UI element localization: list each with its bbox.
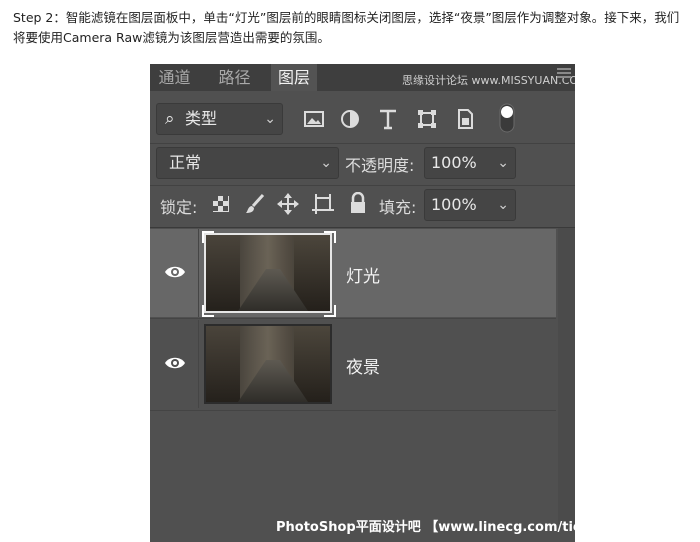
layer-row-night-scene[interactable]: 夜景 [150,320,556,408]
text-icon[interactable] [378,108,398,130]
tab-layers[interactable]: 图层 [271,64,317,91]
opacity-label: 不透明度: [345,156,415,175]
layers-panel: 通道 路径 图层 思缘设计论坛 www.MISSYUAN.COM ⌕ 类型 ⌄ … [150,64,575,542]
layer-row-lighting[interactable]: 灯光 [150,229,556,317]
fill-value: 100% [431,195,477,214]
lock-label: 锁定: [160,198,198,217]
watermark-top: 思缘设计论坛 www.MISSYUAN.COM [402,74,575,87]
transform-icon[interactable] [416,108,438,130]
chevron-down-icon: ⌄ [264,111,276,127]
article-paragraph: Step 2：智能滤镜在图层面板中，单击“灯光”图层前的眼睛图标关闭图层，选择“… [13,10,680,45]
lock-all-icon[interactable] [349,192,367,214]
eye-icon[interactable] [164,262,186,282]
tab-paths[interactable]: 路径 [210,64,259,91]
blend-mode-value: 正常 [169,153,202,172]
layer-name[interactable]: 灯光 [346,262,380,287]
image-icon[interactable] [303,109,325,129]
filter-type-dropdown[interactable]: ⌕ 类型 ⌄ [156,103,283,135]
smart-object-icon[interactable] [455,108,475,130]
filter-type-label: 类型 [185,109,218,128]
lock-paint-icon[interactable] [245,194,265,214]
bottom-watermark: PhotoShop平面设计吧 【www.linecg.com/tieba/178… [276,520,575,535]
layer-name[interactable]: 夜景 [346,353,380,378]
toggle-icon[interactable] [498,102,516,134]
opacity-dropdown[interactable]: 100% ⌄ [424,147,516,179]
fill-label: 填充: [379,198,417,217]
panel-menu-icon[interactable] [557,68,571,80]
panel-tab-bar: 通道 路径 图层 思缘设计论坛 www.MISSYUAN.COM [150,64,575,91]
eye-icon[interactable] [164,353,186,373]
chevron-down-icon: ⌄ [497,155,509,171]
chevron-down-icon: ⌄ [320,155,332,171]
fill-dropdown[interactable]: 100% ⌄ [424,189,516,221]
chevron-down-icon: ⌄ [497,197,509,213]
scrollbar[interactable] [558,228,575,528]
layer-thumbnail [204,233,332,313]
lock-transparent-icon[interactable] [212,195,230,213]
adjustment-icon[interactable] [340,109,360,129]
layers-list: 灯光 夜景 [150,228,558,528]
lock-artboard-icon[interactable] [311,193,335,215]
lock-move-icon[interactable] [277,193,299,215]
search-icon: ⌕ [165,109,175,129]
opacity-value: 100% [431,153,477,172]
layer-thumbnail [204,324,332,404]
tab-channels[interactable]: 通道 [150,64,199,91]
blend-mode-dropdown[interactable]: 正常 ⌄ [156,147,339,179]
